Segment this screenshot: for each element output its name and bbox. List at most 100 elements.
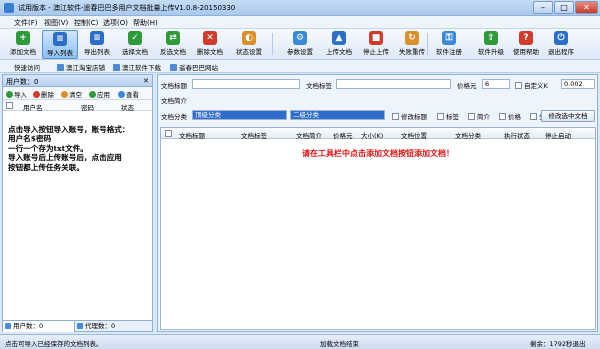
- settings-gear-icon: ⚙: [293, 31, 307, 45]
- window-title: 试用版本 - 澳江软件-遥春巴巴多用户文档批量上传V1.0.8-20150330: [18, 4, 236, 12]
- toolbar-button-label: 参数设置: [287, 48, 313, 56]
- menu-bar: 文件(F) 视图(V) 控制(C) 选项(O) 帮助(H): [0, 16, 600, 29]
- checkbox-box: [515, 82, 522, 89]
- view-users-button[interactable]: 查看: [118, 89, 139, 99]
- minimize-button[interactable]: –: [533, 1, 553, 14]
- select-all-docs-checkbox[interactable]: [165, 130, 172, 137]
- status-hint: 点击可导入已经保存的文档列表。: [5, 340, 103, 348]
- column-doc-summary[interactable]: 文档简介: [296, 130, 322, 140]
- menu-view[interactable]: 视图(V): [44, 18, 68, 28]
- clear-users-button[interactable]: 清空: [61, 89, 82, 99]
- menu-options[interactable]: 选项(O): [103, 18, 128, 28]
- proxy-icon: [77, 323, 83, 329]
- toolbar: + 添加文档 ≡ 导入列表 ≡ 导出列表 ✓ 选择文档 ⇄ 反选文档 ✕ 删除文档 ◐ 状态设置 ⚙ 参数设置…: [0, 29, 600, 60]
- modify-summary-checkbox[interactable]: 简介: [468, 111, 490, 121]
- toolbar-button-add-doc[interactable]: + 添加文档: [5, 30, 41, 59]
- toolbar-button-label: 停止上传: [363, 48, 389, 56]
- tab-user-count[interactable]: 用户数：0: [3, 321, 75, 332]
- modify-title-checkbox[interactable]: 修改标题: [392, 111, 427, 121]
- toolbar-button-export-list[interactable]: ≡ 导出列表: [79, 30, 115, 59]
- instruction-line: 一行一个存为txt文件。: [8, 143, 88, 153]
- toolbar-button-delete-doc[interactable]: ✕ 删除文档: [192, 30, 228, 59]
- upgrade-icon: ⇧: [484, 31, 498, 45]
- toolbar-button-label: 退出程序: [548, 48, 574, 56]
- summary-label: 文档简介: [161, 97, 187, 105]
- instruction-line: 用户名$密码: [8, 134, 52, 144]
- toolbar-button-label: 状态设置: [236, 48, 262, 56]
- panel-close-icon[interactable]: ✕: [143, 77, 149, 85]
- column-doc-location[interactable]: 文档位置: [401, 130, 427, 140]
- toolbar-separator: [272, 33, 273, 55]
- column-doc-tags[interactable]: 文档标签: [241, 130, 267, 140]
- user-panel: 用户数：0 ✕ 导入 删除 清空 应用 查看 用户名 密码 状态 点击导入按钮导…: [2, 74, 153, 332]
- user-list-header: 用户名 密码 状态: [3, 100, 152, 112]
- toolbar-button-settings-gear[interactable]: ⚙ 参数设置: [282, 30, 318, 59]
- register-key-icon: ⚿: [442, 31, 456, 45]
- delete-icon: [33, 91, 40, 98]
- category-select-primary[interactable]: 顶级分类: [192, 110, 287, 120]
- add-doc-icon: +: [16, 31, 30, 45]
- tab-proxy-count[interactable]: 代理数：0: [75, 321, 135, 332]
- select-all-users-checkbox[interactable]: [6, 102, 13, 109]
- empty-grid-message: 请在工具栏中点击添加文档按钮添加文档！: [302, 148, 454, 158]
- status-settings-icon: ◐: [242, 31, 256, 45]
- toolbar-button-import-list[interactable]: ≡ 导入列表: [42, 30, 78, 59]
- retry-failed-icon: ↻: [405, 31, 419, 45]
- category-label: 文档分类: [161, 113, 187, 121]
- toolbar-button-help[interactable]: ? 使用帮助: [508, 30, 544, 59]
- modify-tags-checkbox[interactable]: 标签: [437, 111, 459, 121]
- column-exec-status[interactable]: 执行状态: [504, 130, 530, 140]
- import-users-button[interactable]: 导入: [6, 89, 27, 99]
- toolbar-button-upload-doc[interactable]: ▲ 上传文档: [321, 30, 357, 59]
- toolbar-button-select-doc[interactable]: ✓ 选择文档: [117, 30, 153, 59]
- status-countdown: 剩余：1792秒退出: [530, 340, 586, 348]
- doc-title-input[interactable]: [192, 79, 300, 89]
- delete-users-button[interactable]: 删除: [33, 89, 54, 99]
- column-password[interactable]: 密码: [81, 102, 94, 112]
- stop-upload-icon: ■: [369, 31, 383, 45]
- toolbar-button-register-key[interactable]: ⚿ 软件注册: [431, 30, 467, 59]
- column-username[interactable]: 用户名: [23, 102, 43, 112]
- toolbar-button-retry-failed[interactable]: ↻ 失败重传: [394, 30, 430, 59]
- column-status[interactable]: 状态: [121, 102, 134, 112]
- checkbox-box: [392, 113, 399, 120]
- link-icon: [170, 64, 177, 71]
- custom-k-checkbox[interactable]: 自定义K: [515, 80, 548, 90]
- toolbar-button-upgrade[interactable]: ⇧ 软件升级: [473, 30, 509, 59]
- link-software-download[interactable]: 澳江软件下载: [113, 62, 161, 72]
- toolbar-button-exit[interactable]: ⏻ 退出程序: [543, 30, 579, 59]
- instruction-line: 点击导入按钮导入账号，账号格式：: [8, 125, 130, 134]
- column-size[interactable]: 大小(K): [361, 130, 383, 140]
- doc-title-label: 文档标题: [161, 82, 187, 90]
- document-grid-header: 文档标题 文档标签 文档简介 价格元 大小(K) 文档位置 文档分类 执行状态 …: [161, 128, 595, 140]
- maximize-button[interactable]: □: [554, 1, 574, 14]
- status-message: 加载文档结束: [320, 340, 359, 348]
- column-doc-title[interactable]: 文档标题: [179, 130, 205, 140]
- doc-tags-input[interactable]: [336, 79, 451, 89]
- app-icon: [4, 3, 14, 13]
- menu-file[interactable]: 文件(F): [14, 18, 38, 28]
- category-select-secondary[interactable]: 二级分类: [290, 110, 385, 120]
- modify-selected-button[interactable]: 修改选中文档: [541, 110, 595, 122]
- document-panel: 文档标题 文档标签 价格元 6 自定义K 0.002 文档简介 文档分类 顶级分…: [157, 74, 598, 332]
- apply-users-button[interactable]: 应用: [89, 89, 110, 99]
- toolbar-button-label: 软件注册: [436, 48, 462, 56]
- toolbar-button-stop-upload[interactable]: ■ 停止上传: [358, 30, 394, 59]
- menu-control[interactable]: 控制(C): [74, 18, 98, 28]
- link-taobao-shop[interactable]: 澳江淘宝店铺: [57, 62, 105, 72]
- user-toolbar: 导入 删除 清空 应用 查看: [3, 87, 152, 100]
- column-start-stop[interactable]: 停止启动: [545, 130, 571, 140]
- link-website[interactable]: 遥春巴巴网站: [170, 62, 218, 72]
- price-input[interactable]: 6: [482, 79, 510, 89]
- modify-price-checkbox[interactable]: 价格: [499, 111, 521, 121]
- column-price[interactable]: 价格元: [333, 130, 353, 140]
- link-icon: [113, 64, 120, 71]
- column-doc-category[interactable]: 文档分类: [455, 130, 481, 140]
- custom-k-input[interactable]: 0.002: [561, 79, 595, 89]
- menu-help[interactable]: 帮助(H): [133, 18, 158, 28]
- toolbar-button-status-settings[interactable]: ◐ 状态设置: [231, 30, 267, 59]
- close-button[interactable]: ✕: [575, 1, 598, 14]
- select-doc-icon: ✓: [128, 31, 142, 45]
- toolbar-button-label: 选择文档: [122, 48, 148, 56]
- toolbar-button-invert-select[interactable]: ⇄ 反选文档: [155, 30, 191, 59]
